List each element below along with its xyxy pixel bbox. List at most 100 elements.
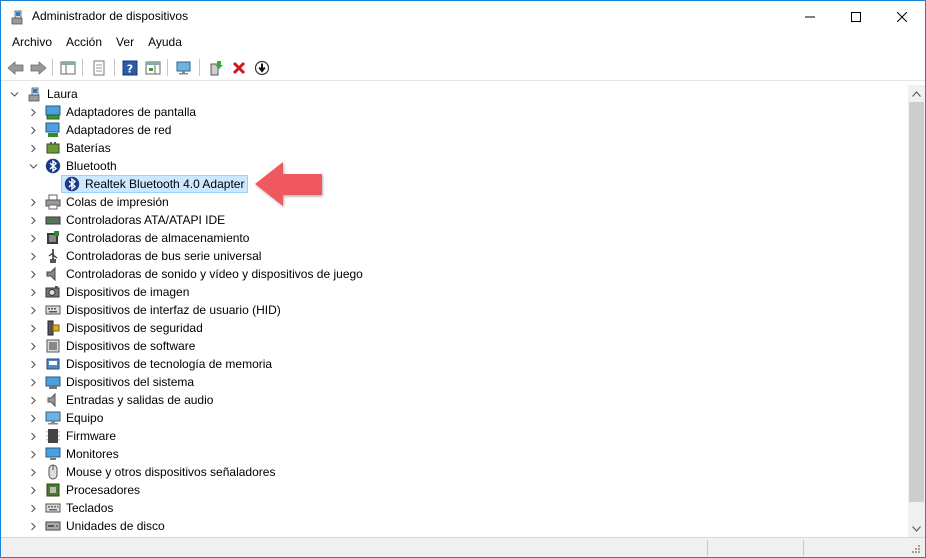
category-label: Bluetooth: [66, 159, 117, 173]
menu-ver[interactable]: Ver: [109, 32, 141, 53]
tree-expander[interactable]: [27, 391, 39, 409]
forward-button[interactable]: [28, 58, 48, 78]
category-row[interactable]: Dispositivos de tecnología de memoria: [2, 355, 908, 373]
chevron-right-icon: [30, 234, 36, 242]
memory-device-icon: [46, 358, 60, 370]
monitor-icon: [45, 447, 61, 460]
chevron-right-icon: [30, 126, 36, 134]
tree-expander[interactable]: [27, 355, 39, 373]
category-row[interactable]: Dispositivos de interfaz de usuario (HID…: [2, 301, 908, 319]
device-tree[interactable]: Laura Adaptadores de pantalla Adaptadores …: [2, 85, 908, 537]
scan-hardware-changes-button[interactable]: [174, 58, 194, 78]
highlight-arrow-icon: [255, 162, 322, 206]
tree-expander[interactable]: [27, 481, 39, 499]
category-row[interactable]: Controladoras de sonido y vídeo y dispos…: [2, 265, 908, 283]
chevron-right-icon: [30, 252, 36, 260]
tree-expander[interactable]: [27, 499, 39, 517]
category-row[interactable]: Dispositivos del sistema: [2, 373, 908, 391]
category-label: Procesadores: [66, 483, 141, 497]
show-hide-console-tree-icon: [60, 61, 76, 75]
tree-expander[interactable]: [27, 247, 39, 265]
chevron-down-icon: [912, 525, 921, 532]
category-row[interactable]: Adaptadores de pantalla: [2, 103, 908, 121]
tree-root[interactable]: Laura: [2, 85, 908, 103]
category-row[interactable]: Dispositivos de imagen: [2, 283, 908, 301]
tree-expander[interactable]: [27, 211, 39, 229]
tree-expander[interactable]: [27, 463, 39, 481]
tree-expander[interactable]: [27, 121, 39, 139]
device-manager-app-icon: [11, 10, 23, 25]
tree-expander[interactable]: [27, 373, 39, 391]
network-adapter-icon: [45, 122, 60, 137]
tree-expander[interactable]: [27, 283, 39, 301]
category-row[interactable]: Unidades de disco: [2, 517, 908, 535]
category-row[interactable]: Controladoras de almacenamiento: [2, 229, 908, 247]
tree-expander[interactable]: [27, 265, 39, 283]
category-label: Firmware: [66, 429, 116, 443]
update-driver-icon: [210, 61, 223, 76]
scroll-down-button[interactable]: [908, 520, 925, 537]
keyboard-icon: [45, 503, 61, 513]
category-row[interactable]: Bluetooth: [2, 157, 908, 175]
category-label: Controladoras de bus serie universal: [66, 249, 262, 263]
tree-expander[interactable]: [8, 85, 20, 103]
device-row[interactable]: Realtek Bluetooth 4.0 Adapter: [2, 175, 908, 193]
minimize-button[interactable]: [787, 1, 833, 32]
properties-button[interactable]: [89, 58, 109, 78]
tree-expander[interactable]: [27, 157, 39, 175]
help-button[interactable]: ?: [120, 58, 140, 78]
category-row[interactable]: Monitores: [2, 445, 908, 463]
device-manager-window: Administrador de dispositivos Archivo Ac…: [0, 0, 926, 558]
audio-io-icon: [47, 392, 56, 408]
update-driver-button[interactable]: [206, 58, 226, 78]
show-hide-console-tree-button[interactable]: [58, 58, 78, 78]
category-row[interactable]: Dispositivos de software: [2, 337, 908, 355]
tree-expander[interactable]: [27, 409, 39, 427]
tree-expander[interactable]: [27, 301, 39, 319]
tree-expander[interactable]: [27, 337, 39, 355]
category-row[interactable]: Mouse y otros dispositivos señaladores: [2, 463, 908, 481]
category-row[interactable]: Entradas y salidas de audio: [2, 391, 908, 409]
tree-expander[interactable]: [27, 319, 39, 337]
category-row[interactable]: Adaptadores de red: [2, 121, 908, 139]
category-row[interactable]: Baterías: [2, 139, 908, 157]
category-row[interactable]: Dispositivos de seguridad: [2, 319, 908, 337]
tree-expander[interactable]: [27, 193, 39, 211]
uninstall-device-button[interactable]: [229, 58, 249, 78]
category-row[interactable]: Teclados: [2, 499, 908, 517]
menu-archivo[interactable]: Archivo: [5, 32, 59, 53]
tree-expander[interactable]: [27, 103, 39, 121]
tree-expander[interactable]: [27, 427, 39, 445]
vertical-scrollbar[interactable]: [908, 85, 925, 537]
close-button[interactable]: [879, 1, 925, 32]
category-row[interactable]: Colas de impresión: [2, 193, 908, 211]
category-label: Teclados: [66, 501, 114, 515]
scroll-up-button[interactable]: [908, 85, 925, 102]
category-row[interactable]: Firmware: [2, 427, 908, 445]
menu-accion[interactable]: Acción: [59, 32, 109, 53]
chevron-right-icon: [30, 306, 36, 314]
category-label: Colas de impresión: [66, 195, 169, 209]
title-bar[interactable]: Administrador de dispositivos: [1, 1, 925, 32]
show-action-pane-button[interactable]: [143, 58, 163, 78]
chevron-right-icon: [30, 396, 36, 404]
tree-expander[interactable]: [27, 229, 39, 247]
resize-grip-icon[interactable]: [909, 544, 921, 556]
tree-expander[interactable]: [27, 139, 39, 157]
chevron-right-icon: [30, 288, 36, 296]
category-row[interactable]: Equipo: [2, 409, 908, 427]
chevron-right-icon: [30, 378, 36, 386]
tree-expander[interactable]: [27, 517, 39, 535]
tree-expander[interactable]: [27, 445, 39, 463]
category-row[interactable]: Controladoras ATA/ATAPI IDE: [2, 211, 908, 229]
scroll-thumb[interactable]: [909, 102, 924, 502]
category-row[interactable]: Controladoras de bus serie universal: [2, 247, 908, 265]
bluetooth-icon: [45, 158, 61, 174]
disable-device-button[interactable]: [252, 58, 272, 78]
category-row[interactable]: Procesadores: [2, 481, 908, 499]
back-button[interactable]: [6, 58, 26, 78]
toolbar-separator: [82, 59, 83, 76]
forward-icon: [30, 61, 47, 75]
maximize-button[interactable]: [833, 1, 879, 32]
menu-ayuda[interactable]: Ayuda: [141, 32, 189, 53]
